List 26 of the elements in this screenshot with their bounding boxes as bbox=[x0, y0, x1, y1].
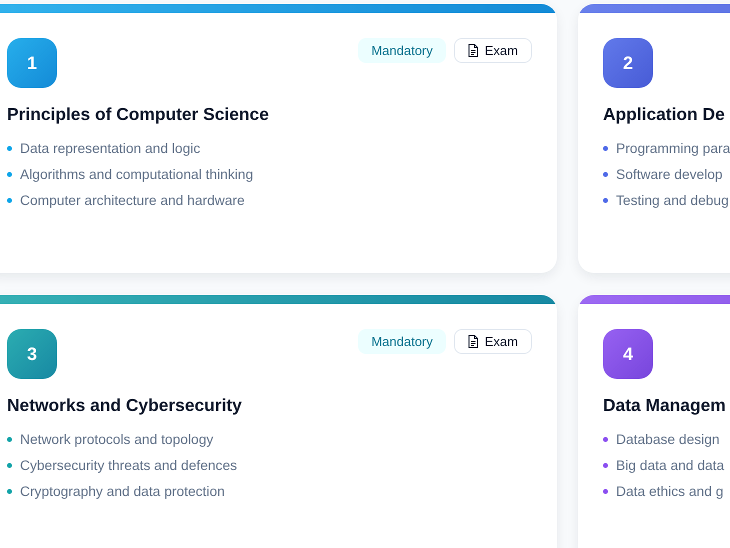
module-title: Networks and Cybersecurity bbox=[7, 395, 243, 416]
exam-badge: Exam bbox=[454, 38, 532, 63]
mandatory-tag: Mandatory bbox=[358, 38, 446, 63]
module-number: 1 bbox=[7, 38, 57, 88]
topic-text: Data representation and logic bbox=[20, 140, 200, 156]
topic-text: Cybersecurity threats and defences bbox=[20, 458, 238, 472]
topic-text: Testing and debug bbox=[616, 192, 729, 208]
topic-text: Algorithms and computational thinking bbox=[20, 166, 254, 182]
topic-text: Database design bbox=[616, 432, 720, 446]
topic-text: Software develop bbox=[616, 166, 723, 182]
mandatory-tag: Mandatory bbox=[358, 329, 446, 354]
topic-text: Programming para bbox=[616, 140, 730, 156]
document-icon bbox=[466, 335, 479, 348]
module-number: 3 bbox=[7, 329, 57, 379]
module-number: 2 bbox=[603, 38, 653, 88]
exam-badge: Exam bbox=[454, 329, 532, 354]
module-title: Data Managem bbox=[603, 395, 727, 416]
topic-text: Data ethics and g bbox=[616, 484, 724, 498]
topic-text: Cryptography and data protection bbox=[20, 484, 225, 498]
topic-text: Network protocols and topology bbox=[20, 432, 214, 446]
topic-text: Big data and data bbox=[616, 458, 724, 472]
document-icon bbox=[466, 44, 479, 57]
module-title: Application De bbox=[603, 104, 726, 125]
topic-text: Computer architecture and hardware bbox=[20, 192, 245, 208]
module-number: 4 bbox=[603, 329, 653, 379]
module-title: Principles of Computer Science bbox=[7, 104, 270, 125]
